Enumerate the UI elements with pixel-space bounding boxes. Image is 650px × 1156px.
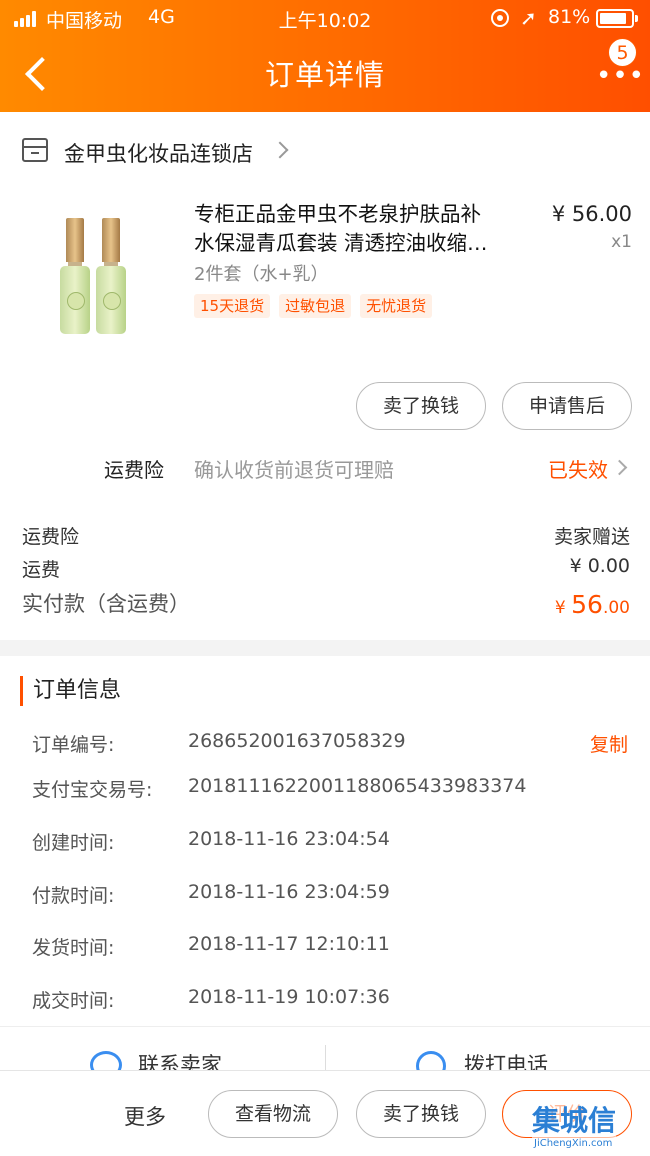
order-card: 金甲虫化妆品连锁店 专柜正品金甲虫不老泉护肤品补 水保湿青瓜套装 清透控油收缩…… [0, 112, 650, 640]
shipped-time-row: 发货时间: 2018-11-17 12:10:11 [32, 933, 632, 961]
more-menu-button[interactable]: ••• 5 [588, 36, 646, 96]
paid-time-row: 付款时间: 2018-11-16 23:04:59 [32, 881, 632, 909]
shop-row[interactable]: 金甲虫化妆品连锁店 [0, 112, 650, 192]
product-title-line-2: 水保湿青瓜套装 清透控油收缩… [194, 231, 488, 255]
page-title: 订单详情 [264, 58, 385, 92]
info-value: 2018111622001188065433983374 [188, 775, 527, 797]
info-key: 订单编号: [32, 734, 115, 756]
watermark: 集城信 JiChengXin.com [532, 1102, 648, 1154]
info-key: 发货时间: [32, 937, 115, 959]
insurance-status: 已失效 [548, 458, 608, 482]
paid-integer: 56 [571, 590, 603, 619]
tag-allergy-return: 过敏包退 [279, 294, 352, 318]
chevron-right-icon [271, 141, 289, 159]
paid-amount: ¥ 56.00 [555, 590, 630, 619]
sell-item-bottom-button[interactable]: 卖了换钱 [356, 1090, 486, 1138]
status-bar: 中国移动 4G 上午10:02 ➚ 81% [0, 0, 650, 36]
view-logistics-button[interactable]: 查看物流 [208, 1090, 338, 1138]
order-info-heading: 订单信息 [20, 676, 121, 706]
watermark-url: JiChengXin.com [534, 1138, 613, 1149]
order-number-row: 订单编号: 268652001637058329 复制 [32, 730, 632, 758]
shop-icon [22, 138, 48, 162]
fee-shipping-row: 运费 ¥ 0.00 [22, 555, 630, 582]
paid-total-row: 实付款（含运费） ¥ 56.00 [22, 588, 630, 619]
tag-worry-free-return: 无忧退货 [360, 294, 433, 318]
fee-insurance-row: 运费险 卖家赠送 [22, 522, 630, 549]
closed-time-row: 成交时间: 2018-11-19 10:07:36 [32, 986, 632, 1014]
insurance-label: 运费险 [104, 458, 164, 482]
notification-badge: 5 [608, 38, 637, 67]
shop-name: 金甲虫化妆品连锁店 [64, 142, 253, 166]
fee-shipping-label: 运费 [22, 559, 61, 581]
watermark-logo: 集城信 [532, 1104, 617, 1138]
product-sku: 2件套（水+乳） [194, 264, 329, 285]
more-actions-button[interactable]: 更多 [124, 1101, 166, 1131]
info-key: 付款时间: [32, 885, 115, 907]
order-info-section: 订单信息 订单编号: 268652001637058329 复制 支付宝交易号:… [0, 656, 650, 1026]
product-quantity: x1 [611, 232, 632, 252]
info-value: 2018-11-19 10:07:36 [188, 986, 390, 1008]
fee-insurance-label: 运费险 [22, 526, 80, 548]
info-value: 2018-11-16 23:04:54 [188, 828, 390, 850]
battery-percent: 81% [548, 6, 591, 28]
fee-shipping-value: ¥ 0.00 [569, 555, 630, 577]
info-key: 成交时间: [32, 990, 115, 1012]
location-arrow-icon: ➚ [520, 6, 537, 30]
shipping-insurance-row[interactable]: 运费险 确认收货前退货可理赔 已失效 [0, 446, 650, 490]
copy-order-number-button[interactable]: 复制 [590, 730, 628, 757]
info-value: 2018-11-16 23:04:59 [188, 881, 390, 903]
more-dots-icon: ••• [596, 61, 646, 91]
info-key: 支付宝交易号: [32, 779, 153, 801]
created-time-row: 创建时间: 2018-11-16 23:04:54 [32, 828, 632, 856]
paid-currency: ¥ [554, 598, 572, 618]
paid-label: 实付款（含运费） [22, 592, 190, 616]
sell-item-button[interactable]: 卖了换钱 [356, 382, 486, 430]
info-value: 2018-11-17 12:10:11 [188, 933, 390, 955]
battery-icon [596, 9, 638, 28]
info-key: 创建时间: [32, 832, 115, 854]
product-title[interactable]: 专柜正品金甲虫不老泉护肤品补 水保湿青瓜套装 清透控油收缩… [194, 200, 530, 258]
alipay-trade-row: 支付宝交易号: 2018111622001188065433983374 [32, 775, 632, 803]
paid-decimal: .00 [602, 598, 630, 618]
header: 中国移动 4G 上午10:02 ➚ 81% 订单详情 ••• 5 [0, 0, 650, 112]
info-value: 268652001637058329 [188, 730, 406, 752]
service-tags: 15天退货 过敏包退 无忧退货 [194, 294, 441, 320]
after-sale-button[interactable]: 申请售后 [502, 382, 632, 430]
product-title-line-1: 专柜正品金甲虫不老泉护肤品补 [194, 202, 481, 226]
fee-insurance-value: 卖家赠送 [553, 526, 630, 548]
insurance-description: 确认收货前退货可理赔 [194, 458, 394, 482]
tag-15-day-return: 15天退货 [194, 294, 271, 318]
rotation-lock-icon [491, 9, 509, 27]
chevron-right-icon [611, 459, 628, 476]
product-image[interactable] [60, 218, 130, 334]
product-price: ¥ 56.00 [551, 202, 632, 226]
